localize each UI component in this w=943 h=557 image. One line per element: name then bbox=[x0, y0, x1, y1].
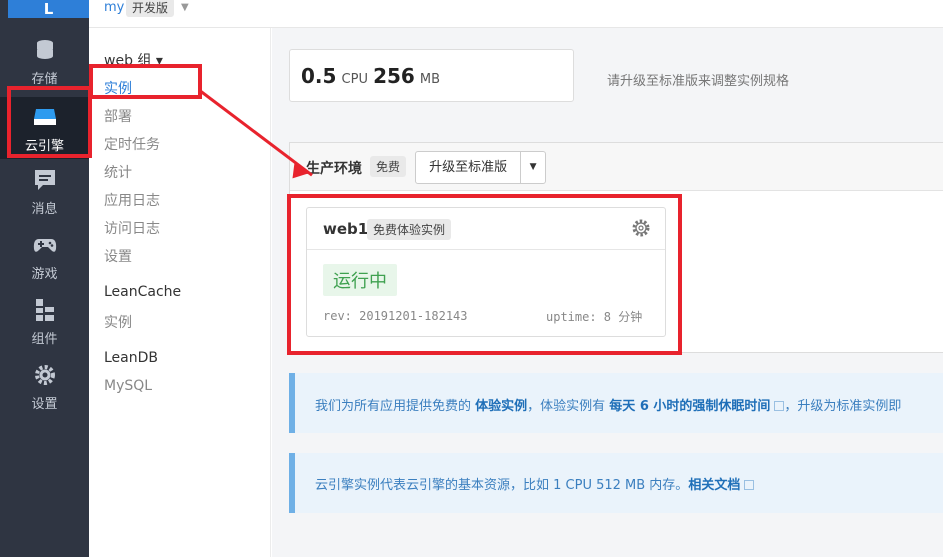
gear-icon bbox=[34, 365, 55, 385]
annotation-box-cloud-engine bbox=[7, 86, 92, 158]
env-free-badge: 免费 bbox=[370, 156, 407, 177]
rail-label-message: 消息 bbox=[31, 202, 58, 217]
nav-item-app-logs[interactable]: 应用日志 bbox=[104, 190, 160, 210]
rail-label-storage: 存储 bbox=[31, 72, 58, 87]
forced-sleep-link[interactable]: 每天 6 小时的强制休眠时间 bbox=[609, 399, 770, 414]
memory-value: 256 bbox=[373, 64, 415, 88]
nav-group-leandb: LeanDB bbox=[104, 350, 159, 366]
annotation-box-instance-card bbox=[287, 194, 682, 355]
left-rail: L 存储 云引擎 消息 游戏 组件 设置 bbox=[0, 0, 89, 557]
rail-label-components: 组件 bbox=[31, 332, 58, 347]
message-icon bbox=[34, 170, 55, 190]
database-icon bbox=[36, 40, 53, 59]
upgrade-button-group: 升级至标准版 ▼ bbox=[415, 151, 546, 184]
resource-notice: 云引擎实例代表云引擎的基本资源，比如 1 CPU 512 MB 内存。相关文档 bbox=[289, 453, 943, 513]
rail-label-settings: 设置 bbox=[31, 397, 58, 412]
env-title: 生产环境 bbox=[306, 161, 362, 177]
notice1-suffix: ，升级为标准实例即 bbox=[784, 399, 902, 414]
component-icon bbox=[35, 299, 54, 321]
top-bar: my 开发版 ▼ bbox=[89, 0, 943, 28]
nav-item-stats[interactable]: 统计 bbox=[104, 162, 132, 182]
cpu-unit: CPU bbox=[341, 72, 368, 87]
external-link-icon bbox=[774, 401, 785, 411]
env-header: 生产环境 免费 升级至标准版 ▼ bbox=[290, 143, 943, 191]
rail-item-message[interactable]: 消息 bbox=[0, 168, 89, 228]
nav-item-leancache-instances[interactable]: 实例 bbox=[104, 312, 132, 332]
nav-item-mysql[interactable]: MySQL bbox=[104, 378, 152, 394]
app-logo[interactable]: L bbox=[8, 0, 89, 18]
memory-unit: MB bbox=[419, 72, 441, 87]
nav-item-web-settings[interactable]: 设置 bbox=[104, 246, 132, 266]
nav-item-deploy[interactable]: 部署 bbox=[104, 106, 132, 126]
related-docs-link[interactable]: 相关文档 bbox=[688, 478, 740, 493]
nav-group-leancache: LeanCache bbox=[104, 284, 182, 300]
plan-badge: 开发版 bbox=[126, 0, 175, 17]
gamepad-icon bbox=[33, 239, 56, 252]
rail-item-game[interactable]: 游戏 bbox=[0, 233, 89, 293]
notice2-text: 云引擎实例代表云引擎的基本资源，比如 1 CPU 512 MB 内存。 bbox=[315, 478, 689, 493]
rail-label-game: 游戏 bbox=[31, 267, 58, 282]
external-link-icon bbox=[744, 480, 755, 490]
cpu-value: 0.5 bbox=[301, 64, 337, 88]
instance-spec-box: 0.5 CPU 256 MB bbox=[289, 49, 574, 102]
secondary-nav: web 组 ▾ 实例 部署 定时任务 统计 应用日志 访问日志 设置 LeanC… bbox=[89, 28, 271, 557]
annotation-box-instances bbox=[89, 64, 202, 99]
rail-item-components[interactable]: 组件 bbox=[0, 298, 89, 358]
rail-item-settings[interactable]: 设置 bbox=[0, 363, 89, 423]
upgrade-dropdown-caret-icon[interactable]: ▼ bbox=[521, 152, 545, 183]
trial-instance-link[interactable]: 体验实例 bbox=[475, 399, 527, 414]
app-name-link[interactable]: my bbox=[104, 0, 124, 15]
notice1-mid: ，体验实例有 bbox=[527, 399, 610, 414]
upgrade-button[interactable]: 升级至标准版 bbox=[416, 152, 522, 183]
nav-item-access-logs[interactable]: 访问日志 bbox=[104, 218, 160, 238]
upgrade-hint: 请升级至标准版来调整实例规格 bbox=[607, 74, 790, 89]
nav-item-cron[interactable]: 定时任务 bbox=[104, 134, 160, 154]
notice1-prefix: 我们为所有应用提供免费的 bbox=[315, 399, 476, 414]
free-instance-notice: 我们为所有应用提供免费的 体验实例，体验实例有 每天 6 小时的强制休眠时间 ，升… bbox=[289, 373, 943, 433]
app-switcher-caret-icon[interactable]: ▼ bbox=[181, 2, 189, 13]
